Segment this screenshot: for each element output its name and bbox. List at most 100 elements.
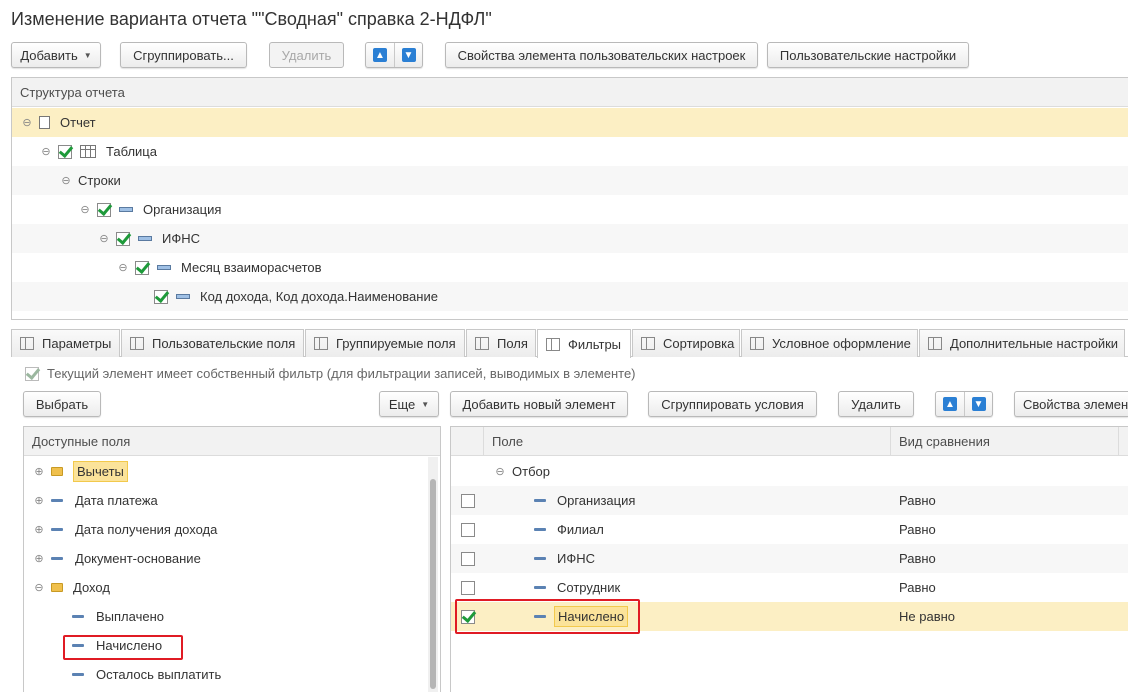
user-settings-button[interactable]: Пользовательские настройки — [767, 42, 969, 68]
collapse-icon[interactable]: ⊖ — [21, 116, 33, 129]
field-item-base-document[interactable]: ⊕ Документ-основание — [24, 544, 440, 573]
expand-icon[interactable]: ⊕ — [33, 465, 45, 478]
field-item-payment-date[interactable]: ⊕ Дата платежа — [24, 486, 440, 515]
dropdown-caret-icon: ▼ — [421, 399, 430, 409]
expand-icon[interactable]: ⊕ — [33, 494, 45, 507]
available-fields-title: Доступные поля — [32, 433, 131, 449]
filter-move-up-button[interactable]: ▲ — [936, 392, 964, 416]
tree-row-organization[interactable]: ⊖ Организация — [12, 195, 1128, 224]
add-button[interactable]: Добавить ▼ — [11, 42, 101, 68]
filter-use-checkbox[interactable] — [461, 493, 475, 508]
expand-icon[interactable]: ⊕ — [33, 523, 45, 536]
field-item-paid[interactable]: Выплачено — [24, 602, 440, 631]
field-icon — [51, 528, 63, 531]
column-divider — [890, 427, 891, 456]
select-button[interactable]: Выбрать — [23, 391, 101, 417]
field-icon — [534, 586, 546, 589]
field-item-remaining[interactable]: Осталось выплатить — [24, 660, 440, 689]
highlight-frame — [455, 599, 640, 634]
element-properties-button[interactable]: Свойства элемента пользовательских настр… — [445, 42, 758, 68]
tab-filters[interactable]: Фильтры — [537, 329, 631, 358]
collapse-icon[interactable]: ⊖ — [40, 145, 52, 158]
filter-group-label: Отбор — [512, 464, 550, 479]
tree-row-month[interactable]: ⊖ Месяц взаиморасчетов — [12, 253, 1128, 282]
tree-row-table[interactable]: ⊖ Таблица — [12, 137, 1128, 166]
collapse-icon[interactable]: ⊖ — [60, 174, 72, 187]
available-fields-scrollbar[interactable] — [428, 457, 438, 692]
tab-conditional-formatting[interactable]: Условное оформление — [741, 329, 918, 357]
field-icon — [51, 499, 63, 502]
own-filter-checkbox[interactable] — [25, 366, 39, 381]
row-checkbox[interactable] — [116, 231, 130, 246]
delete-button[interactable]: Удалить — [269, 42, 344, 68]
window-title: Изменение варианта отчета ""Сводная" спр… — [11, 9, 492, 29]
report-structure-title: Структура отчета — [20, 84, 125, 100]
row-checkbox[interactable] — [135, 260, 149, 275]
filter-move-down-button[interactable]: ▼ — [964, 392, 992, 416]
column-header-comparison[interactable]: Вид сравнения — [899, 434, 990, 449]
tab-label: Пользовательские поля — [152, 336, 296, 351]
user-fields-icon — [130, 337, 144, 350]
filter-comparison[interactable]: Равно — [899, 493, 936, 508]
field-item-income-date[interactable]: ⊕ Дата получения дохода — [24, 515, 440, 544]
tab-additional-settings[interactable]: Дополнительные настройки — [919, 329, 1125, 357]
column-header-field[interactable]: Поле — [492, 434, 523, 449]
collapse-icon[interactable]: ⊖ — [98, 232, 110, 245]
more-button[interactable]: Еще ▼ — [379, 391, 439, 417]
filter-row[interactable]: Филиал Равно — [451, 515, 1128, 544]
filter-use-checkbox[interactable] — [461, 522, 475, 537]
expand-icon[interactable]: ⊕ — [33, 552, 45, 565]
field-item-deductions[interactable]: ⊕ Вычеты — [24, 457, 440, 486]
collapse-icon[interactable]: ⊖ — [33, 581, 45, 594]
filter-use-checkbox[interactable] — [461, 551, 475, 566]
field-label: Выплачено — [96, 609, 164, 624]
filter-row[interactable]: Сотрудник Равно — [451, 573, 1128, 602]
tab-sorting[interactable]: Сортировка — [632, 329, 740, 357]
group-button[interactable]: Сгруппировать... — [120, 42, 247, 68]
tab-parameters[interactable]: Параметры — [11, 329, 120, 357]
arrow-down-icon: ▼ — [971, 397, 986, 411]
field-label: Доход — [73, 580, 110, 595]
row-checkbox[interactable] — [154, 289, 168, 304]
filter-comparison[interactable]: Не равно — [899, 609, 955, 624]
filter-row[interactable]: ИФНС Равно — [451, 544, 1128, 573]
collapse-icon[interactable]: ⊖ — [117, 261, 129, 274]
filter-field: ИФНС — [557, 551, 596, 566]
more-button-label: Еще — [388, 396, 416, 412]
add-new-element-button[interactable]: Добавить новый элемент — [450, 391, 628, 417]
filter-comparison[interactable]: Равно — [899, 551, 936, 566]
field-label: Дата платежа — [75, 493, 158, 508]
filter-use-checkbox[interactable] — [461, 580, 475, 595]
filter-group-root[interactable]: ⊖ Отбор — [451, 457, 1128, 486]
row-checkbox[interactable] — [58, 144, 72, 159]
move-down-button[interactable]: ▼ — [394, 43, 422, 67]
tree-row-ifns[interactable]: ⊖ ИФНС — [12, 224, 1128, 253]
tree-row-label: Отчет — [60, 115, 96, 130]
field-item-income[interactable]: ⊖ Доход — [24, 573, 440, 602]
move-up-button[interactable]: ▲ — [366, 43, 394, 67]
highlight-frame — [63, 635, 183, 660]
tree-row-income-code[interactable]: Код дохода, Код дохода.Наименование — [12, 282, 1128, 311]
grouping-icon — [176, 294, 190, 299]
filter-delete-button[interactable]: Удалить — [838, 391, 914, 417]
group-conditions-button[interactable]: Сгруппировать условия — [648, 391, 817, 417]
collapse-icon[interactable]: ⊖ — [79, 203, 91, 216]
tree-row-rows[interactable]: ⊖ Строки — [12, 166, 1128, 195]
tab-user-fields[interactable]: Пользовательские поля — [121, 329, 304, 357]
tab-grouping-fields[interactable]: Группируемые поля — [305, 329, 465, 357]
arrow-down-icon: ▼ — [401, 48, 416, 62]
tree-row-report[interactable]: ⊖ Отчет — [12, 108, 1128, 137]
filter-comparison[interactable]: Равно — [899, 522, 936, 537]
scrollbar-thumb[interactable] — [430, 479, 436, 689]
filter-properties-button[interactable]: Свойства элемен — [1014, 391, 1128, 417]
tab-fields[interactable]: Поля — [466, 329, 536, 357]
filter-row[interactable]: Организация Равно — [451, 486, 1128, 515]
add-button-label: Добавить — [20, 47, 78, 63]
row-checkbox[interactable] — [97, 202, 111, 217]
field-label: Осталось выплатить — [96, 667, 222, 682]
filter-table-header: Поле Вид сравнения — [451, 427, 1128, 456]
filter-comparison[interactable]: Равно — [899, 580, 936, 595]
collapse-icon[interactable]: ⊖ — [494, 465, 506, 478]
tab-label: Группируемые поля — [336, 336, 456, 351]
report-structure-panel: Структура отчета ⊖ Отчет ⊖ Таблица ⊖ Стр… — [11, 77, 1128, 320]
